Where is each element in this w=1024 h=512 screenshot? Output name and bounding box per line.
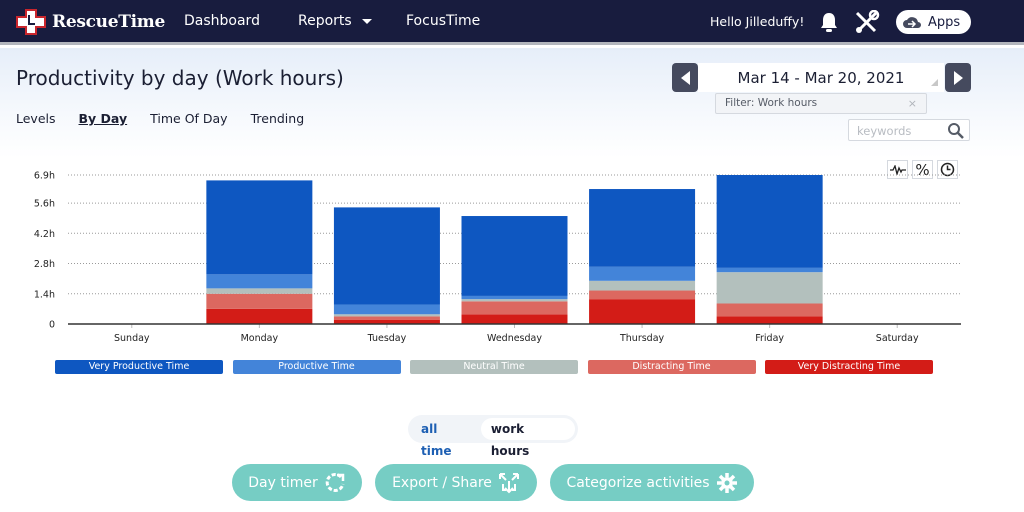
- page-title: Productivity by day (Work hours): [16, 66, 344, 90]
- bar-segment[interactable]: [206, 180, 313, 275]
- x-tick-label: Friday: [755, 333, 784, 344]
- export-icon: [498, 472, 519, 493]
- x-tick-label: Monday: [241, 333, 279, 344]
- date-navigator: Mar 14 - Mar 20, 2021: [672, 63, 971, 92]
- nav-focustime[interactable]: FocusTime: [406, 13, 480, 29]
- tab-time-of-day[interactable]: Time Of Day: [150, 111, 227, 126]
- date-range-picker[interactable]: Mar 14 - Mar 20, 2021: [698, 63, 944, 92]
- caret-down-icon: [362, 18, 373, 24]
- productivity-by-day-chart: 0 1.4h 2.8h 4.2h 5.6h 6.9h Sunday Monday Tuesday…: [34, 171, 961, 344]
- legend-very-productive[interactable]: Very Productive Time: [55, 360, 223, 374]
- bar-segment[interactable]: [716, 303, 823, 317]
- filter-tag: Filter: Work hours ×: [715, 93, 927, 114]
- arrow-left-icon: [680, 70, 690, 85]
- bar-segment[interactable]: [589, 266, 696, 281]
- y-tick-label: 5.6h: [34, 199, 55, 210]
- bar-segment[interactable]: [333, 316, 440, 320]
- bar-segment[interactable]: [461, 299, 568, 302]
- gear-icon: [716, 472, 737, 493]
- work-hours-option[interactable]: work hours: [480, 418, 575, 458]
- bar-segment[interactable]: [206, 293, 313, 309]
- export-share-button[interactable]: Export / Share: [375, 464, 537, 501]
- keywords-input[interactable]: [849, 121, 939, 141]
- bar-segment[interactable]: [461, 295, 568, 300]
- categorize-activities-button[interactable]: Categorize activities: [550, 464, 754, 501]
- clear-filter-icon[interactable]: ×: [908, 94, 917, 113]
- rescuetime-logo[interactable]: RescueTime: [16, 9, 165, 35]
- resize-corner-icon: [931, 79, 938, 86]
- report-tabs: Levels By Day Time Of Day Trending: [16, 111, 327, 126]
- bar-segment[interactable]: [333, 207, 440, 305]
- y-tick-label: 4.2h: [34, 229, 55, 240]
- bar-segment[interactable]: [716, 272, 823, 304]
- nav-reports[interactable]: Reports: [298, 13, 373, 29]
- arrow-right-icon: [953, 70, 963, 85]
- next-week-button[interactable]: [945, 63, 971, 92]
- bar-segment[interactable]: [461, 301, 568, 315]
- bar-segment[interactable]: [716, 267, 823, 273]
- bar-segment[interactable]: [206, 274, 313, 289]
- legend-distracting[interactable]: Distracting Time: [587, 360, 756, 374]
- bar-segment[interactable]: [461, 314, 568, 324]
- brand-name: RescueTime: [52, 12, 165, 32]
- top-nav-bar: RescueTime Dashboard Reports FocusTime H…: [0, 0, 1024, 45]
- bell-icon[interactable]: [818, 11, 840, 33]
- chart-legend: Very Productive Time Productive Time Neu…: [55, 360, 943, 374]
- refresh-icon: [325, 472, 345, 492]
- bar-segment[interactable]: [716, 316, 823, 324]
- keywords-search: [848, 119, 970, 141]
- bar-segment[interactable]: [333, 304, 440, 315]
- day-timer-label: Day timer: [248, 474, 318, 491]
- nav-reports-label: Reports: [298, 13, 352, 29]
- x-tick-label: Saturday: [876, 333, 919, 344]
- y-tick-label: 1.4h: [34, 289, 55, 300]
- apps-button[interactable]: Apps: [896, 10, 971, 34]
- user-greeting: Hello Jilleduffy!: [710, 14, 805, 29]
- previous-week-button[interactable]: [672, 63, 698, 92]
- y-tick-label: 6.9h: [34, 171, 55, 182]
- bar-segment[interactable]: [716, 175, 823, 268]
- all-time-option[interactable]: all time: [411, 418, 481, 458]
- bar-segment[interactable]: [589, 290, 696, 300]
- cloud-icon: [903, 17, 921, 28]
- categorize-activities-label: Categorize activities: [566, 474, 710, 491]
- legend-productive[interactable]: Productive Time: [232, 360, 401, 374]
- hours-toggle: all time work hours: [408, 415, 578, 458]
- apps-label: Apps: [928, 14, 961, 30]
- x-tick-label: Wednesday: [487, 333, 542, 344]
- tab-trending[interactable]: Trending: [251, 111, 305, 126]
- bar-segment[interactable]: [589, 280, 696, 291]
- bar-segment[interactable]: [206, 308, 313, 324]
- date-range-label: Mar 14 - Mar 20, 2021: [737, 68, 905, 87]
- export-share-label: Export / Share: [392, 474, 492, 491]
- filter-label: Filter: Work hours: [725, 97, 818, 109]
- y-tick-label: 0: [49, 320, 55, 331]
- legend-very-distracting[interactable]: Very Distracting Time: [765, 360, 933, 374]
- tab-levels[interactable]: Levels: [16, 111, 56, 126]
- legend-neutral[interactable]: Neutral Time: [410, 360, 578, 374]
- x-tick-label: Sunday: [114, 333, 150, 344]
- bar-segment[interactable]: [461, 216, 568, 296]
- day-timer-button[interactable]: Day timer: [232, 464, 362, 501]
- y-tick-label: 2.8h: [34, 259, 55, 270]
- rescue-cross-icon: [16, 9, 46, 35]
- bar-segment[interactable]: [589, 189, 696, 267]
- bar-segment[interactable]: [206, 288, 313, 294]
- x-tick-label: Thursday: [619, 333, 665, 344]
- tab-by-day[interactable]: By Day: [79, 111, 128, 126]
- x-tick-label: Tuesday: [367, 333, 407, 344]
- bar-segment[interactable]: [333, 314, 440, 317]
- bar-segment[interactable]: [589, 299, 696, 324]
- tools-icon[interactable]: [854, 10, 880, 34]
- search-icon[interactable]: [947, 122, 964, 139]
- nav-dashboard[interactable]: Dashboard: [184, 13, 260, 29]
